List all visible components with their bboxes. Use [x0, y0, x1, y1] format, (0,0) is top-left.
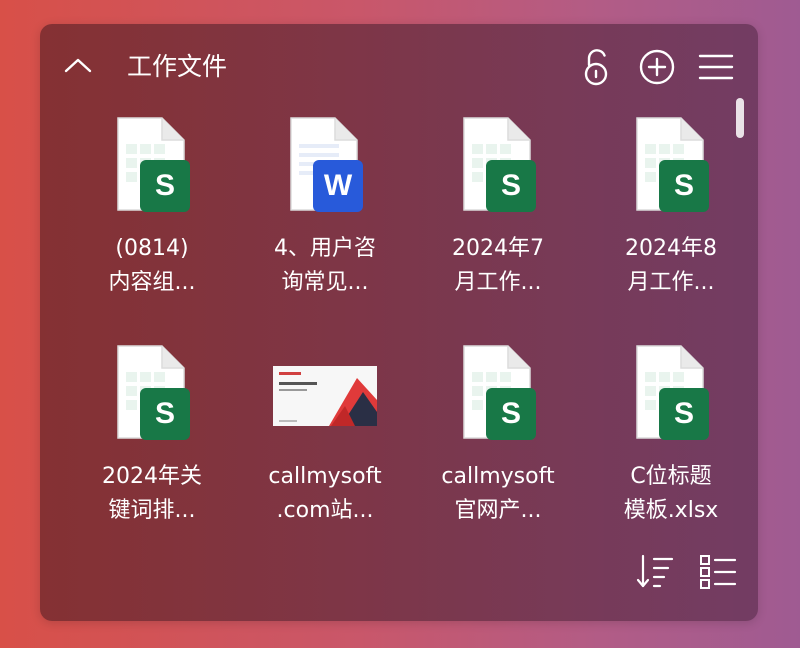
file-type-badge: S [500, 169, 521, 202]
file-name: callmysoft .com站... [250, 460, 400, 528]
view-mode-button[interactable] [696, 552, 740, 592]
add-button[interactable] [637, 47, 677, 87]
file-name: C位标题模板.xlsx [596, 460, 746, 528]
file-name-line: 键词排... [108, 498, 196, 523]
file-name-line: callmysoft [268, 464, 382, 489]
file-name: 4、用户咨询常见... [250, 232, 400, 300]
file-name-line: 询常见... [281, 270, 369, 295]
file-name: 2024年关 键词排... [77, 460, 227, 528]
file-name: 2024年8 月工作... [596, 232, 746, 300]
excel-spreadsheet-icon: S [596, 342, 746, 450]
file-type-badge: W [323, 169, 353, 202]
menu-button[interactable] [696, 47, 736, 87]
unlock-icon [584, 49, 608, 86]
panel-header: 工作文件 [40, 24, 758, 110]
file-item[interactable]: S (0814) 内容组... [77, 114, 227, 314]
file-item[interactable]: S 2024年关 键词排... [77, 342, 227, 542]
panel-title: 工作文件 [127, 52, 228, 81]
lock-button[interactable] [576, 47, 616, 87]
word-document-icon: W [250, 114, 400, 222]
file-name-line: 官网产... [454, 498, 542, 523]
file-item[interactable]: callmysoft .com站... [250, 342, 400, 542]
file-name-line: .com站... [276, 498, 374, 523]
sort-button[interactable] [633, 552, 677, 592]
list-view-icon [700, 555, 737, 589]
file-item[interactable]: S 2024年8 月工作... [596, 114, 746, 314]
excel-spreadsheet-icon: S [423, 342, 573, 450]
excel-spreadsheet-icon: S [596, 114, 746, 222]
excel-spreadsheet-icon: S [77, 114, 227, 222]
file-item[interactable]: W 4、用户咨询常见... [250, 114, 400, 314]
file-box-panel: 工作文件 S (0814) 内容组... W 4、用户咨 询常见... S 2024年7 月工作 [40, 24, 758, 621]
file-name-line: 月工作... [454, 270, 542, 295]
file-grid: S (0814) 内容组... W 4、用户咨询常见... S 2024年7 月工作... S 2… [40, 114, 730, 564]
chevron-up-icon [64, 58, 92, 73]
sort-icon [636, 554, 674, 588]
file-name-line: callmysoft [441, 464, 555, 489]
image-thumbnail [250, 342, 400, 450]
file-name-line: (0814) [115, 236, 189, 261]
excel-spreadsheet-icon: S [77, 342, 227, 450]
file-type-badge: S [673, 397, 694, 430]
file-name: (0814) 内容组... [77, 232, 227, 300]
file-item[interactable]: S 2024年7 月工作... [423, 114, 573, 314]
file-item[interactable]: Scallmysoft 官网产... [423, 342, 573, 542]
file-name-line: 月工作... [627, 270, 715, 295]
file-name-line: 2024年关 [102, 464, 202, 489]
file-type-badge: S [673, 169, 694, 202]
file-name-line: 内容组... [108, 270, 196, 295]
collapse-button[interactable] [62, 52, 94, 78]
plus-circle-icon [639, 49, 675, 85]
file-name: 2024年7 月工作... [423, 232, 573, 300]
file-type-badge: S [500, 397, 521, 430]
excel-spreadsheet-icon: S [423, 114, 573, 222]
file-name-line: 2024年8 [625, 236, 717, 261]
scrollbar-thumb[interactable] [736, 98, 744, 138]
file-name-line: C位标题 [630, 464, 712, 489]
file-name-line: 模板.xlsx [623, 498, 719, 523]
file-name-line: 2024年7 [452, 236, 544, 261]
file-name-line: 4、用户咨 [274, 236, 376, 261]
file-name: callmysoft 官网产... [423, 460, 573, 528]
file-type-badge: S [154, 397, 175, 430]
file-item[interactable]: S C位标题模板.xlsx [596, 342, 746, 542]
file-type-badge: S [154, 169, 175, 202]
hamburger-menu-icon [698, 54, 734, 80]
